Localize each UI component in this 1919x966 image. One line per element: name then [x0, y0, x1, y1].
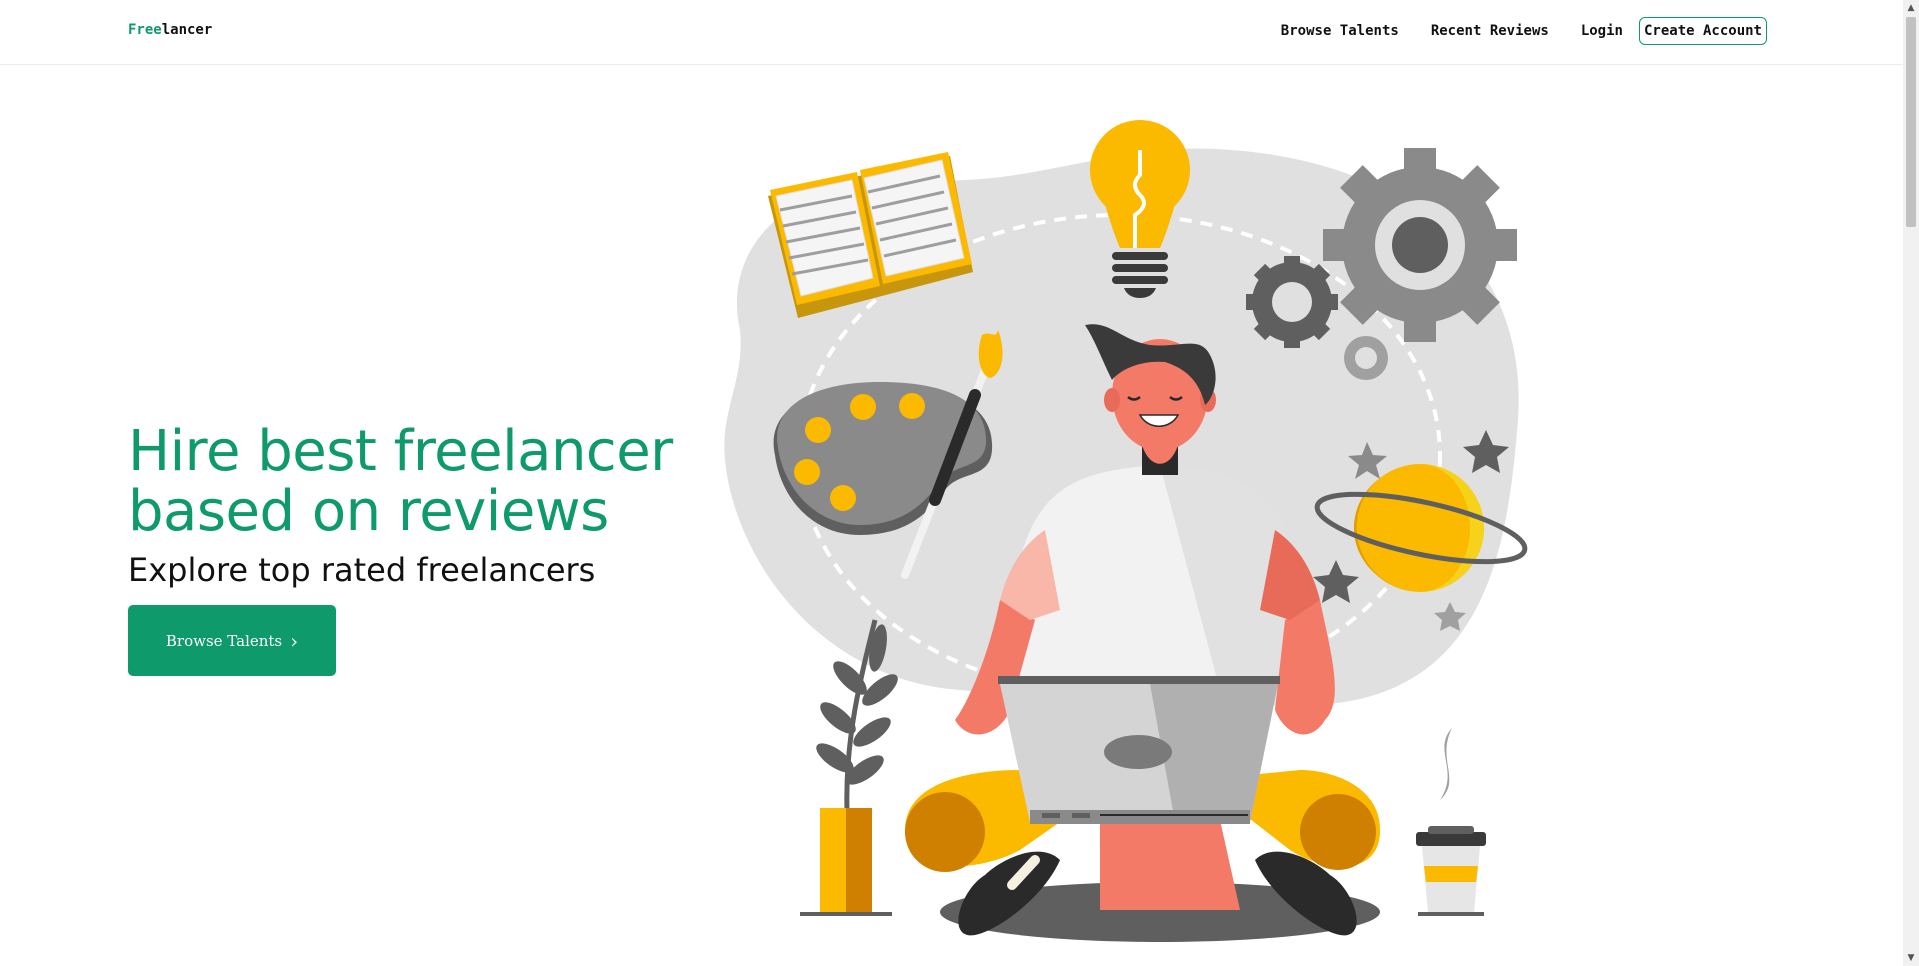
- brand-logo-prefix: Free: [128, 22, 162, 38]
- nav-login[interactable]: Login: [1581, 17, 1623, 45]
- chevron-right-icon: ›: [290, 628, 299, 653]
- hero-text: Hire best freelancer based on reviews Ex…: [128, 422, 688, 590]
- hero-title: Hire best freelancer based on reviews: [128, 422, 688, 542]
- nav-recent-reviews[interactable]: Recent Reviews: [1431, 17, 1549, 45]
- browse-talents-button[interactable]: Browse Talents ›: [128, 605, 336, 676]
- brand-logo[interactable]: Freelancer: [128, 22, 212, 38]
- scroll-down-arrow-icon[interactable]: ▼: [1903, 950, 1919, 966]
- scroll-up-arrow-icon[interactable]: ▲: [1903, 0, 1919, 16]
- scrollbar-thumb[interactable]: [1906, 17, 1916, 227]
- hero-title-line-1: Hire best freelancer: [128, 419, 673, 484]
- hero-title-line-2: based on reviews: [128, 479, 609, 544]
- coffee-cup-icon: [1416, 728, 1486, 916]
- nav-links: Browse Talents Recent Reviews Login Crea…: [1249, 17, 1767, 45]
- create-account-button[interactable]: Create Account: [1638, 17, 1767, 45]
- browse-talents-label: Browse Talents: [165, 631, 283, 650]
- hero-subtitle: Explore top rated freelancers: [128, 551, 596, 589]
- brand-logo-suffix: lancer: [161, 22, 213, 38]
- nav-browse-talents[interactable]: Browse Talents: [1281, 17, 1399, 45]
- small-gear-icon: [1344, 336, 1388, 380]
- medium-gear-icon: [1246, 256, 1338, 348]
- large-gear-icon: [1323, 148, 1517, 342]
- vertical-scrollbar[interactable]: ▲ ▼: [1903, 0, 1919, 966]
- hero-illustration: [724, 120, 1528, 942]
- top-navbar: Freelancer Browse Talents Recent Reviews…: [0, 0, 1903, 65]
